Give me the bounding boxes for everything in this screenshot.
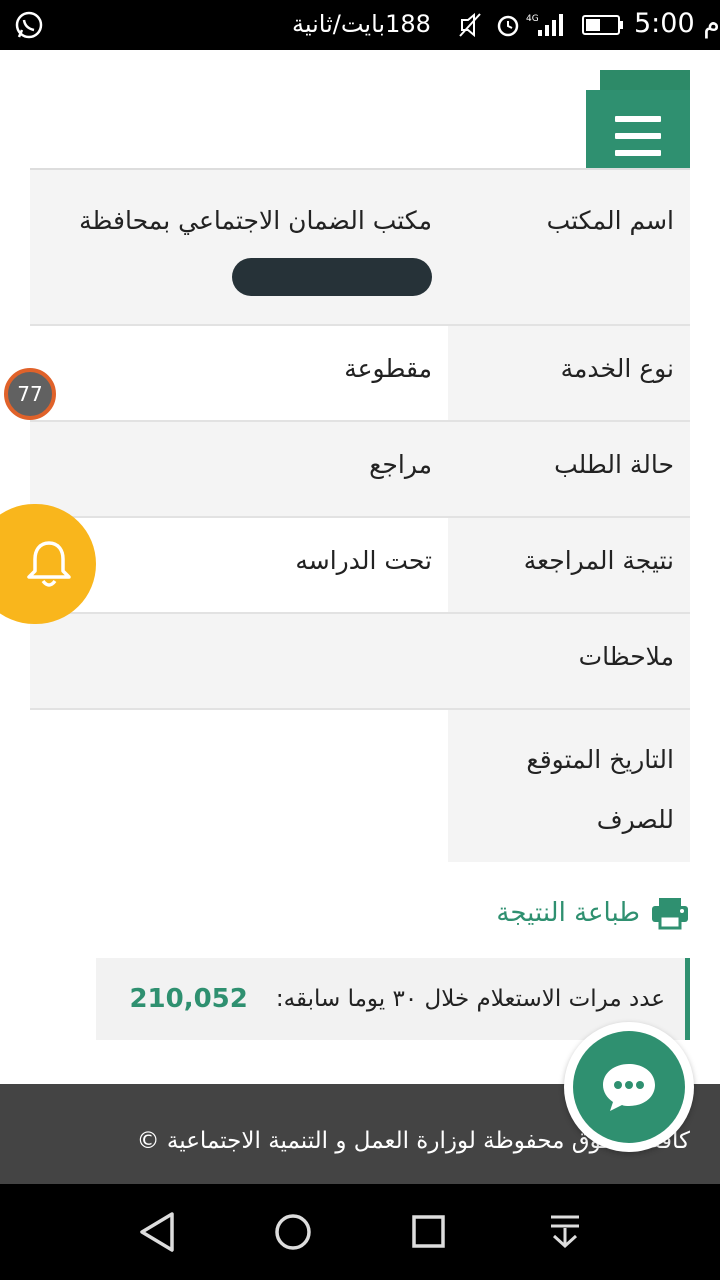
back-icon[interactable] [140,1212,174,1252]
network-type: 4G [526,14,539,24]
label-office-name: اسم المكتب [448,170,690,324]
value-expected-date [30,710,448,862]
counter-label: عدد مرات الاستعلام خلال ٣٠ يوما سابقه: [275,986,665,1012]
redacted-region [232,258,432,296]
value-request-status: مراجع [30,422,448,516]
network-speed: 188بايت/ثانية [292,10,431,38]
bell-icon [27,541,71,587]
status-bar: 188بايت/ثانية 4G م 5:00 [0,0,720,50]
value-office-name: مكتب الضمان الاجتماعي بمحافظة [30,170,448,324]
alarm-icon [497,15,519,37]
row-notes: ملاحظات [30,614,690,710]
request-details-table: اسم المكتب مكتب الضمان الاجتماعي بمحافظة… [30,168,690,862]
notification-pull-icon[interactable] [551,1215,579,1249]
row-office-name: اسم المكتب مكتب الضمان الاجتماعي بمحافظة [30,170,690,326]
chat-button[interactable] [564,1022,694,1152]
value-service-type: مقطوعة [344,354,432,383]
mute-icon [459,12,481,38]
signal-icon: 4G [526,14,563,36]
row-service-type: نوع الخدمة مقطوعة [30,326,690,422]
recents-icon[interactable] [412,1215,445,1248]
menu-button-shadow [600,70,690,90]
row-request-status: حالة الطلب مراجع [30,422,690,518]
row-expected-date: التاريخ المتوقع للصرف [30,710,690,862]
battery-icon [582,15,623,35]
label-notes: ملاحظات [448,614,690,708]
hamburger-icon [615,116,661,156]
label-expected-date: التاريخ المتوقع للصرف [448,710,690,862]
row-review-result: نتيجة المراجعة تحت الدراسه [30,518,690,614]
print-result-link[interactable]: طباعة النتيجة [496,896,690,930]
status-icons: 4G [459,12,563,38]
home-icon[interactable] [275,1214,311,1250]
label-review-result: نتيجة المراجعة [448,518,690,612]
print-label: طباعة النتيجة [496,898,640,928]
label-request-status: حالة الطلب [448,422,690,516]
printer-icon [652,898,688,930]
chat-bubble-icon [603,1064,655,1111]
label-service-type: نوع الخدمة [448,326,690,420]
counter-value: 210,052 [129,984,248,1014]
value-notes [30,614,448,708]
clock: م 5:00 [634,8,720,39]
floating-counter-badge[interactable]: 77 [4,368,56,420]
whatsapp-icon [15,11,43,39]
navigation-bar [0,1184,720,1280]
